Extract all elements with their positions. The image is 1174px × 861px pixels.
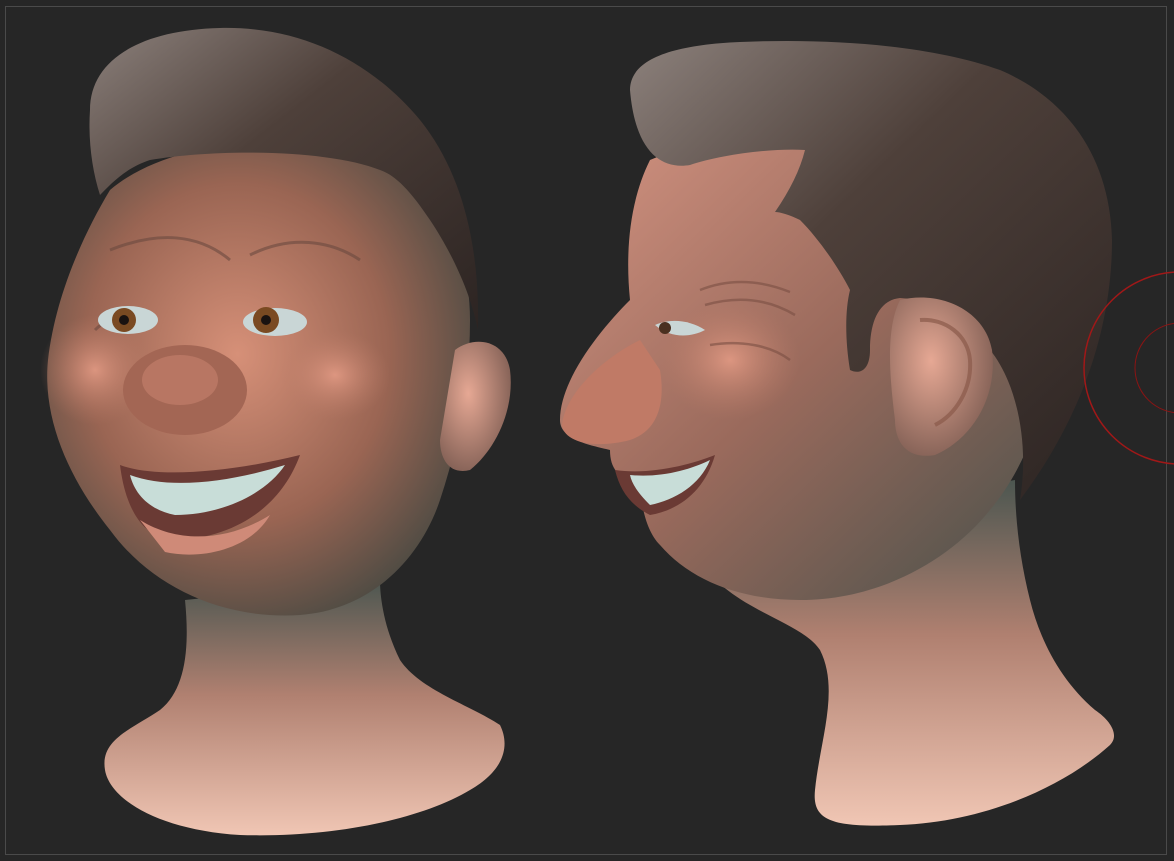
front-left-pupil	[119, 315, 129, 325]
side-iris	[659, 322, 671, 334]
front-neck-mesh	[104, 580, 505, 836]
head-side-model[interactable]	[560, 40, 1115, 826]
front-right-cheek	[280, 330, 390, 420]
viewport-canvas[interactable]	[0, 0, 1174, 861]
side-cheek	[660, 300, 800, 420]
head-front-model[interactable]	[40, 27, 511, 836]
front-right-pupil	[261, 315, 271, 325]
sculpt-viewport[interactable]	[0, 0, 1174, 861]
front-nose-highlight	[142, 355, 218, 405]
